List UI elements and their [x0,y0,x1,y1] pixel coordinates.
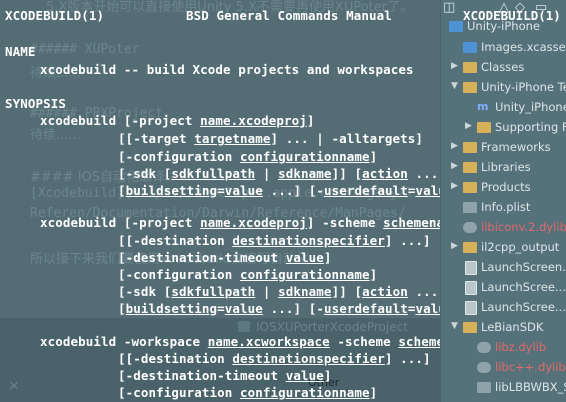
chevron-down-icon[interactable]: ▼ [451,81,458,91]
chevron-right-icon[interactable]: ▶ [451,181,458,191]
synopsis-line: [-configuration configurationname] [118,267,378,282]
nav-item-frameworks[interactable]: ▶ Frameworks [441,138,566,158]
nav-item-il2cpp-output[interactable]: ▶ il2cpp_output [441,238,566,258]
synopsis-line: [-destination-timeout value] [118,250,332,265]
synopsis-line: xcodebuild [-project name.xcodeproj] [40,113,315,128]
folder-icon [463,182,477,193]
man-header-center: BSD General Commands Manual [186,8,392,23]
synopsis-line: [buildsetting=value ...] [-userdefault=v… [118,301,492,316]
folder-icon [463,82,477,93]
synopsis-line: [-sdk [sdkfullpath | sdkname]] [action .… [118,284,446,299]
chevron-right-icon[interactable]: ▶ [451,161,458,171]
man-page-overlay: XCODEBUILD(1) BSD General Commands Manua… [0,0,492,402]
nav-item-libc++[interactable]: libc++.dylib [441,358,566,378]
nav-item-products[interactable]: ▶ Products [441,178,566,198]
project-navigator[interactable]: ◫ △ ◇ ▭ XCODEBUILD(1) Unity-iPhone Image… [440,0,566,402]
nav-item-unity-iphone[interactable]: Unity-iPhone [441,17,566,37]
folder-icon [463,162,477,173]
synopsis-line: xcodebuild [-project name.xcodeproj] -sc… [40,215,460,230]
man-header-left: XCODEBUILD(1) [5,8,105,23]
nav-item-info-plist[interactable]: Info.plist [441,198,566,218]
nav-item-liblbbwbx[interactable]: libLBBWBX_S [441,378,566,398]
nav-item-launchscreen-image[interactable]: LaunchScree...ge [441,278,566,298]
synopsis-line: [[-destination destinationspecifier] ...… [118,351,431,366]
asset-catalog-icon [463,42,477,53]
nav-item-unity-iphone-m[interactable]: m Unity_iPhone_ [441,98,566,118]
library-icon [463,222,477,233]
nav-item-libz[interactable]: libz.dylib [441,338,566,358]
file-icon [465,301,477,315]
project-icon [449,21,463,32]
file-icon [465,261,477,275]
synopsis-line: [-sdk [sdkfullpath | sdkname]] [action .… [118,166,446,181]
synopsis-line: [[-destination destinationspecifier] ...… [118,233,431,248]
synopsis-line: [-destination-timeout value] [118,368,332,383]
folder-icon [463,242,477,253]
synopsis-line: [buildsetting=value ...] [-userdefault=v… [118,183,492,198]
nav-item-supporting-files[interactable]: ▶ Supporting Fil [441,118,566,138]
objc-m-file-icon: m [477,100,489,113]
nav-item-lebiansdk[interactable]: ▼ LeBianSDK [441,318,566,338]
chevron-right-icon[interactable]: ▶ [451,241,458,251]
nav-item-libraries[interactable]: ▶ Libraries [441,158,566,178]
chevron-right-icon[interactable]: ▶ [451,141,458,151]
plist-icon [463,202,477,213]
nav-item-unity-iphone-tests[interactable]: ▼ Unity-iPhone Te [441,78,566,98]
chevron-right-icon[interactable]: ▶ [465,121,472,131]
folder-icon [477,122,491,133]
synopsis-line: [-configuration configurationname] [118,385,378,400]
section-heading-synopsis: SYNOPSIS [5,96,67,111]
synopsis-line: xcodebuild -workspace name.xcworkspace -… [40,334,475,349]
folder-icon [463,142,477,153]
nav-item-classes[interactable]: ▶ Classes [441,58,566,78]
folder-icon [463,322,477,333]
nav-item-images-xcassets[interactable]: Images.xcassets [441,38,566,58]
library-icon [477,382,491,393]
folder-icon [463,62,477,73]
nav-item-libiconv[interactable]: libiconv.2.dylib [441,218,566,238]
synopsis-line: [[-target targetname] ... | -alltargets] [118,131,424,146]
library-icon [477,342,491,353]
nav-item-launchscreen-xib[interactable]: LaunchScreen.x [441,258,566,278]
library-icon [477,362,491,373]
scheme-icon[interactable]: ◫ [443,0,455,15]
section-heading-name: NAME [5,44,36,59]
synopsis-line: [-configuration configurationname] [118,149,378,164]
file-icon [465,281,477,295]
nav-item-launchscreen-ar[interactable]: LaunchScree...ar [441,298,566,318]
chevron-down-icon[interactable]: ▼ [451,321,458,331]
chevron-right-icon[interactable]: ▶ [451,61,458,71]
name-description: xcodebuild -- build Xcode projects and w… [40,62,414,77]
